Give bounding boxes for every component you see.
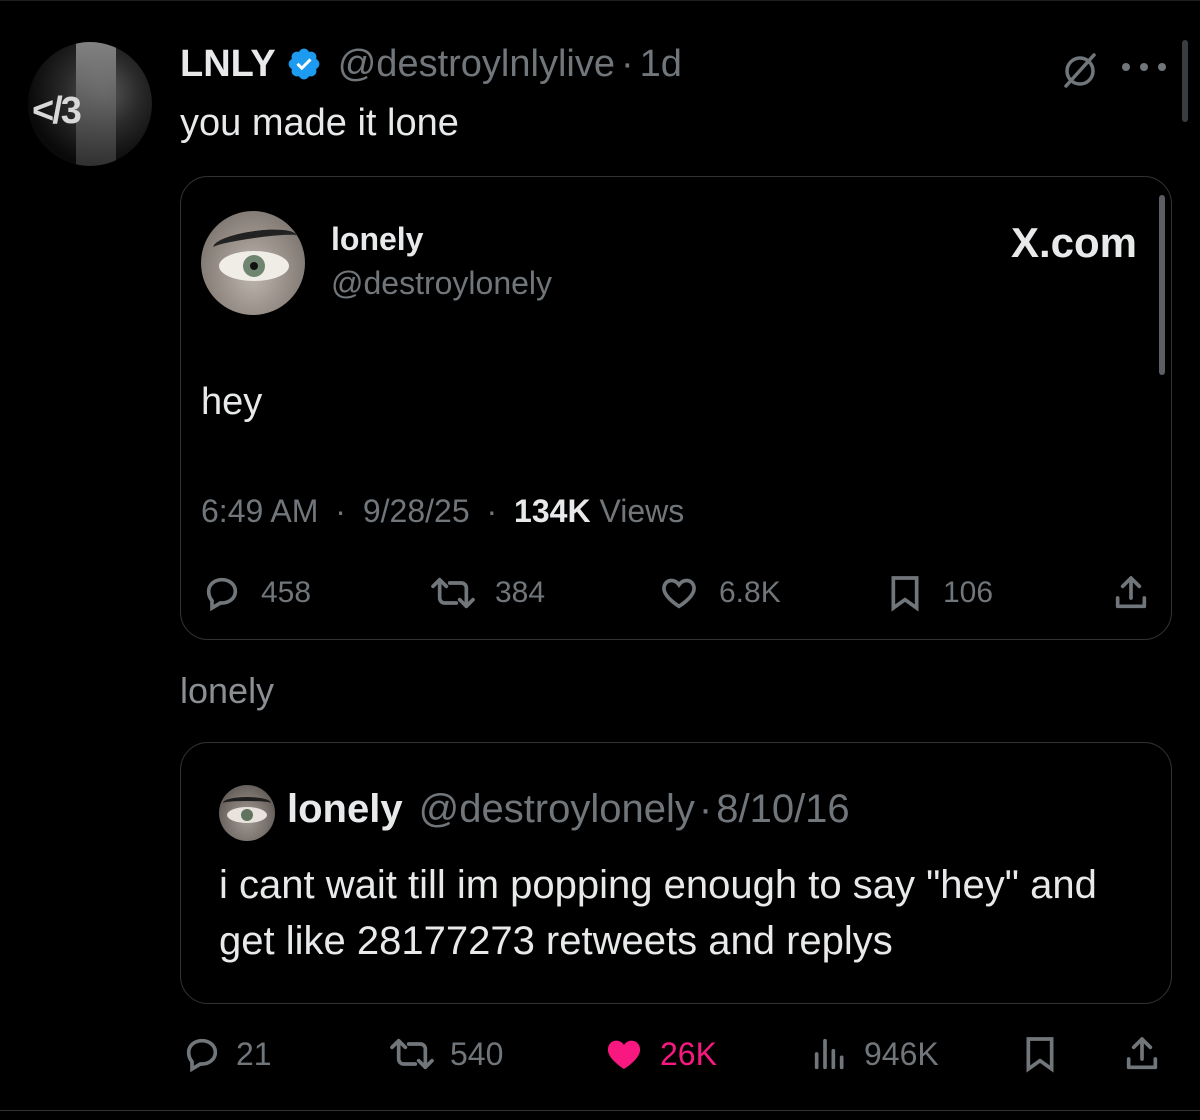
source-label: X.com <box>1010 219 1137 266</box>
reply-icon <box>206 577 238 612</box>
like-button[interactable]: 6.8K <box>657 573 781 613</box>
quoted-date: 9/28/25 <box>362 493 470 529</box>
analytics-icon <box>814 1038 844 1070</box>
share-icon <box>1126 1037 1158 1070</box>
heart-filled-icon <box>607 1040 641 1069</box>
quoted-post-text: hey <box>201 381 263 423</box>
quoted-author-handle[interactable]: @destroylonely <box>331 265 552 302</box>
share-button[interactable] <box>1120 1034 1176 1074</box>
post-label: lonely <box>180 670 275 711</box>
bookmark-count: 106 <box>943 576 994 609</box>
avatar-eye-shape <box>227 807 267 823</box>
source-link[interactable]: X.com <box>1011 219 1137 267</box>
avatar-eye-shape <box>219 251 289 281</box>
quoted-time: 6:49 AM <box>201 493 319 529</box>
bookmark-icon <box>1026 1037 1054 1073</box>
old-quoted-post-card[interactable]: lonely @destroylonely · 8/10/16 i cant wait… <box>180 742 1172 1004</box>
share-icon <box>1115 576 1147 609</box>
quoted-post-meta: 6:49 AM · 9/28/25 · 134K Views <box>201 493 684 530</box>
old-quoted-avatar[interactable] <box>219 785 275 841</box>
separator-dot: · <box>698 787 713 831</box>
reply-button[interactable]: 458 <box>201 573 311 613</box>
bottom-divider <box>0 1110 1200 1111</box>
bookmark-button[interactable] <box>1020 1034 1072 1074</box>
old-quoted-date[interactable]: 8/10/16 <box>716 787 849 831</box>
avatar-text: </3 <box>32 90 82 132</box>
reply-count: 458 <box>261 576 312 609</box>
views-button[interactable]: 946K <box>808 1034 939 1074</box>
author-name[interactable]: LNLY <box>180 43 276 86</box>
old-quoted-header: lonely @destroylonely · 8/10/16 <box>287 787 850 832</box>
card-scrollbar[interactable] <box>1159 195 1165 375</box>
heart-icon <box>662 578 696 609</box>
author-handle[interactable]: @destroylnlylive <box>338 43 615 86</box>
avatar-brow-shape <box>223 797 271 809</box>
reply-count: 21 <box>236 1035 272 1072</box>
bookmark-button[interactable]: 106 <box>885 573 993 613</box>
reply-icon <box>186 1038 218 1073</box>
separator-dot: · <box>620 42 634 85</box>
verified-badge-icon <box>286 46 322 82</box>
repost-button[interactable]: 384 <box>429 573 545 613</box>
top-divider <box>0 0 1200 1</box>
repost-count: 540 <box>450 1035 504 1072</box>
views-count: 946K <box>864 1035 939 1072</box>
post-text: you made it lone <box>180 102 459 144</box>
meta-sep: · <box>486 493 498 529</box>
quoted-author-avatar[interactable] <box>201 211 305 315</box>
page-scrollbar[interactable] <box>1182 40 1188 122</box>
old-quoted-name[interactable]: lonely <box>287 787 403 831</box>
views-count: 134K <box>514 493 591 529</box>
quoted-post-card[interactable]: lonely @destroylonely X.com hey 6:49 AM … <box>180 176 1172 640</box>
quoted-action-bar: 458 384 6.8K 106 <box>201 573 1157 613</box>
like-count: 26K <box>660 1035 717 1072</box>
like-button[interactable]: 26K <box>600 1034 717 1074</box>
quoted-author-name[interactable]: lonely <box>331 221 423 258</box>
more-options-icon[interactable] <box>1118 60 1170 74</box>
old-quoted-text: i cant wait till im popping enough to sa… <box>219 863 1097 963</box>
post-action-bar: 21 540 26K 946K <box>180 1030 1172 1078</box>
reply-button[interactable]: 21 <box>180 1034 272 1074</box>
repost-button[interactable]: 540 <box>386 1034 503 1074</box>
post-header: LNLY @destroylnlylive · 1d <box>180 42 682 86</box>
repost-icon <box>390 1038 434 1070</box>
bookmark-icon <box>891 576 919 612</box>
repost-count: 384 <box>495 576 546 609</box>
meta-sep: · <box>335 493 346 529</box>
author-avatar[interactable]: </3 <box>28 42 152 166</box>
grok-icon[interactable] <box>1060 50 1100 90</box>
share-button[interactable] <box>1109 573 1171 613</box>
repost-icon <box>431 577 475 609</box>
views-label: Views <box>599 493 685 529</box>
post-time[interactable]: 1d <box>640 43 682 86</box>
old-quoted-handle[interactable]: @destroylonely <box>419 787 695 831</box>
avatar-hair-shape <box>76 42 116 166</box>
like-count: 6.8K <box>719 576 781 609</box>
